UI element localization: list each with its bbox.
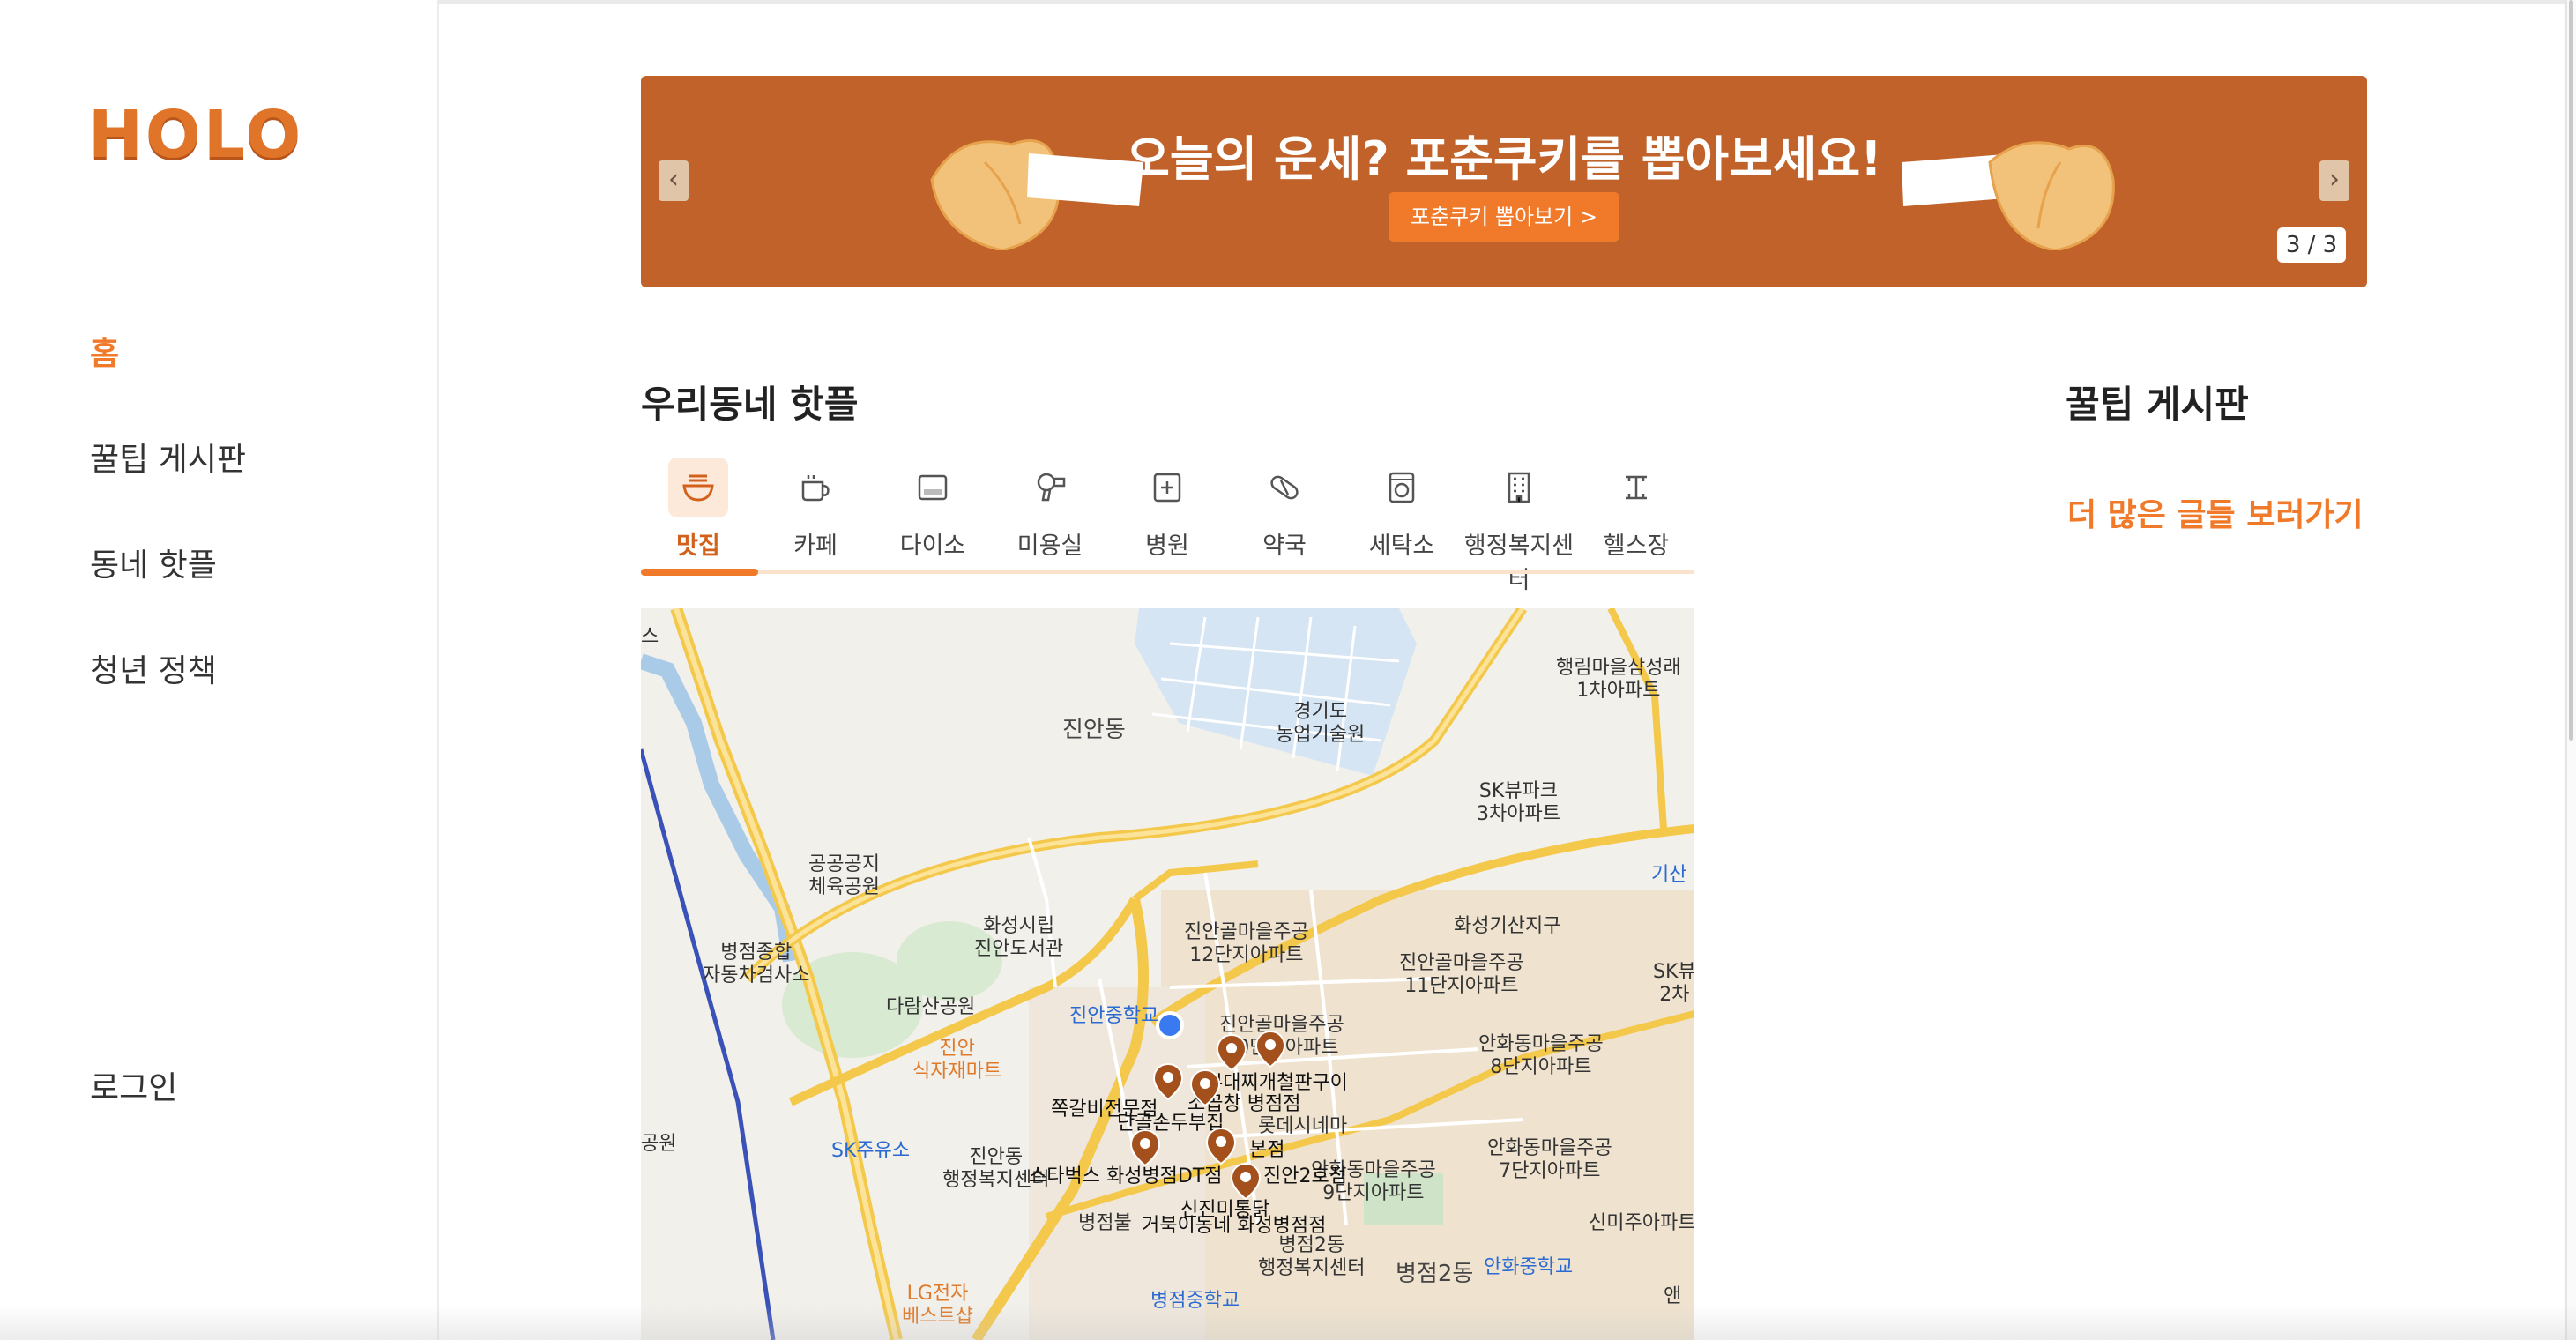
tab-pharmacy[interactable]: 약국 bbox=[1227, 454, 1342, 577]
map-label: 기산 bbox=[1651, 864, 1687, 886]
map-label: 화성기산지구 bbox=[1454, 915, 1561, 937]
map-label: 병점2동 bbox=[1396, 1261, 1474, 1287]
tab-label: 미용실 bbox=[1016, 532, 1083, 560]
login-link[interactable]: 로그인 bbox=[90, 1062, 177, 1108]
map-label: 안화동마을주공 7단지아파트 bbox=[1487, 1137, 1612, 1182]
tab-community-center[interactable]: 행정복지센터 bbox=[1462, 454, 1576, 594]
map-label: SK주유소 bbox=[831, 1140, 911, 1162]
map-label: SK뷰파크 3차아파트 bbox=[1477, 780, 1560, 825]
chevron-right-icon[interactable]: › bbox=[2319, 160, 2349, 201]
map-label: 신미주아파트 bbox=[1589, 1212, 1694, 1234]
nav-tips-board[interactable]: 꿀팁 게시판 bbox=[90, 434, 246, 480]
neighborhood-map[interactable]: 진안동 경기도 농업기술원 행림마을삼성래 1차아파트 SK뷰파크 3차아파트 … bbox=[641, 608, 1694, 1340]
map-label: 경기도 농업기술원 bbox=[1276, 701, 1366, 746]
scrollbar-thumb[interactable] bbox=[2569, 0, 2573, 741]
tab-hospital[interactable]: 병원 bbox=[1110, 454, 1225, 577]
washing-machine-icon bbox=[1372, 458, 1432, 517]
map-label: SK뷰 2차 bbox=[1653, 961, 1694, 1006]
map-pin-icon[interactable] bbox=[1129, 1128, 1161, 1167]
active-tab-indicator bbox=[641, 569, 758, 576]
fortune-cookie-button[interactable]: 포춘쿠키 뽑아보기 > bbox=[1389, 192, 1619, 242]
sidebar: HOLO 홈 꿀팁 게시판 동네 핫플 청년 정책 로그인 bbox=[0, 0, 439, 1340]
map-label: 안화중학교 bbox=[1484, 1256, 1574, 1278]
hotplace-title: 우리동네 핫플 bbox=[641, 383, 859, 426]
map-label: 공원 bbox=[641, 1133, 677, 1155]
map-label: 병점종합 자동차검사소 bbox=[703, 942, 810, 986]
restaurant-label[interactable]: 거북이동네 화성병점점 bbox=[1142, 1215, 1326, 1238]
nav-hotplace[interactable]: 동네 핫플 bbox=[90, 540, 217, 585]
map-label: 병점불 bbox=[1078, 1212, 1132, 1234]
map-pin-icon[interactable] bbox=[1230, 1162, 1262, 1201]
restaurant-label[interactable]: 스타벅스 화성병점DT점 bbox=[1029, 1165, 1223, 1188]
map-label: 병점2동 행정복지센터 bbox=[1258, 1234, 1366, 1279]
pill-icon bbox=[1254, 458, 1314, 517]
tab-laundry[interactable]: 세탁소 bbox=[1344, 454, 1459, 577]
map-label: 스 bbox=[641, 626, 659, 648]
restaurant-label[interactable]: 부대찌개철판구이 bbox=[1205, 1072, 1348, 1095]
map-label: 공공공지 체육공원 bbox=[808, 853, 880, 898]
map-label: 진안골마을주공 12단지아파트 bbox=[1184, 921, 1309, 966]
hair-dryer-icon bbox=[1020, 458, 1080, 517]
map-label: 화성시립 진안도서관 bbox=[974, 915, 1064, 960]
tab-label: 헬스장 bbox=[1603, 532, 1670, 560]
tab-gym[interactable]: 헬스장 bbox=[1579, 454, 1694, 577]
hospital-icon bbox=[1137, 458, 1197, 517]
map-pin-icon[interactable] bbox=[1216, 1033, 1247, 1072]
slide-counter: 3 / 3 bbox=[2277, 227, 2346, 263]
nav-home[interactable]: 홈 bbox=[90, 328, 119, 374]
map-label: 앤 bbox=[1664, 1285, 1682, 1307]
tab-daiso[interactable]: 다이소 bbox=[875, 454, 990, 577]
coffee-cup-icon bbox=[785, 458, 845, 517]
page-scrollbar[interactable] bbox=[2565, 0, 2576, 1340]
map-pin-icon[interactable] bbox=[1152, 1062, 1184, 1101]
more-posts-link[interactable]: 더 많은 글들 보러가기 bbox=[2067, 489, 2364, 535]
map-label: 롯데시네마 bbox=[1258, 1115, 1348, 1137]
building-icon bbox=[1489, 458, 1549, 517]
tab-hair-salon[interactable]: 미용실 bbox=[993, 454, 1107, 577]
tab-label: 약국 bbox=[1262, 532, 1307, 560]
map-label: 병점중학교 bbox=[1150, 1290, 1240, 1312]
tips-title: 꿀팁 게시판 bbox=[2066, 383, 2249, 426]
tab-label: 세탁소 bbox=[1368, 532, 1435, 560]
dumbbell-icon bbox=[1606, 458, 1666, 517]
restaurant-label[interactable]: 진안2호점 bbox=[1263, 1165, 1347, 1188]
map-pin-icon[interactable] bbox=[1254, 1030, 1286, 1068]
map-label: 진안중학교 bbox=[1069, 1005, 1159, 1027]
map-label: 진안골마을주공 11단지아파트 bbox=[1399, 952, 1524, 997]
tab-label: 다이소 bbox=[899, 532, 966, 560]
map-label: 진안동 bbox=[1062, 717, 1126, 743]
fortune-cookie-right-icon bbox=[1902, 141, 2115, 250]
tab-label: 병원 bbox=[1145, 532, 1189, 560]
tab-cafe[interactable]: 카페 bbox=[758, 454, 873, 577]
category-tabs: 맛집 카페 다이소 미용실 병원 약국 세탁소 행정복지센터 헬스장 bbox=[641, 454, 1694, 594]
tab-label: 카페 bbox=[793, 532, 838, 560]
map-label: 다람산공원 bbox=[886, 996, 976, 1018]
restaurant-label[interactable]: 본점 bbox=[1249, 1139, 1284, 1162]
tab-restaurant[interactable]: 맛집 bbox=[641, 454, 756, 577]
map-pin-icon[interactable] bbox=[1189, 1068, 1221, 1107]
holo-logo[interactable]: HOLO bbox=[88, 97, 303, 173]
fortune-cookie-banner[interactable]: ‹ 오늘의 운세? 포춘쿠키를 뽑아보세요! 포춘쿠키 뽑아보기 > › 3 /… bbox=[641, 76, 2367, 287]
bowl-icon bbox=[668, 458, 728, 517]
map-label: LG전자 베스트샵 bbox=[902, 1283, 973, 1328]
store-icon bbox=[903, 458, 963, 517]
nav-youth-policy[interactable]: 청년 정책 bbox=[90, 645, 217, 691]
map-label: 안화동마을주공 8단지아파트 bbox=[1478, 1033, 1604, 1078]
tab-label: 맛집 bbox=[676, 532, 720, 560]
map-pin-icon[interactable] bbox=[1205, 1127, 1237, 1165]
map-label: 행림마을삼성래 1차아파트 bbox=[1556, 657, 1681, 702]
tabs-divider bbox=[641, 570, 1694, 574]
tab-label: 행정복지센터 bbox=[1463, 532, 1575, 594]
map-label: 진안 식자재마트 bbox=[912, 1038, 1002, 1083]
